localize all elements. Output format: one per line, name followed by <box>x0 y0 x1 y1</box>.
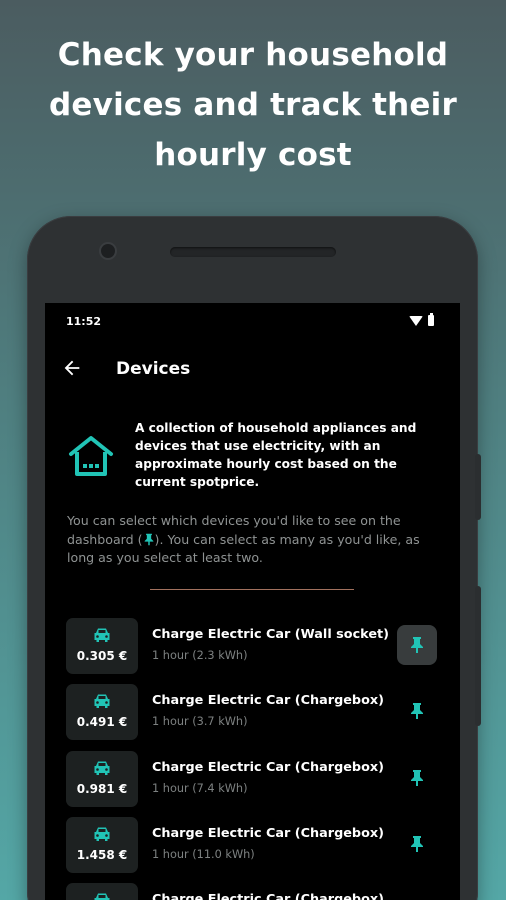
house-icon <box>69 436 113 476</box>
car-icon <box>94 893 110 900</box>
device-name: Charge Electric Car (Chargebox) <box>152 693 384 708</box>
device-name: Charge Electric Car (Chargebox) <box>152 826 384 841</box>
phone-screen: 11:52 Devices A collection of household … <box>45 303 460 900</box>
pin-icon <box>144 533 153 545</box>
divider <box>150 589 354 590</box>
device-row[interactable]: 1.458 € Charge Electric Car (Chargebox) … <box>45 817 460 873</box>
status-time: 11:52 <box>66 315 102 328</box>
device-row[interactable]: 0.981 € Charge Electric Car (Chargebox) … <box>45 751 460 807</box>
status-bar: 11:52 <box>45 303 460 341</box>
cost-tile: 1.458 € <box>66 817 138 873</box>
device-detail: 1 hour (3.7 kWh) <box>152 715 248 728</box>
headline: Check your household devices and track t… <box>0 30 506 180</box>
car-icon <box>94 827 110 841</box>
cost-value: 0.491 € <box>76 715 128 729</box>
cost-value: 0.305 € <box>76 649 128 663</box>
car-icon <box>94 628 110 642</box>
cost-value: 0.981 € <box>76 782 128 796</box>
volume-button <box>475 454 481 520</box>
device-name: Charge Electric Car (Chargebox) <box>152 760 384 775</box>
arrow-left-icon[interactable] <box>61 357 83 379</box>
power-button <box>475 586 481 726</box>
headline-line-3: hourly cost <box>154 137 352 173</box>
pin-button[interactable] <box>397 625 437 665</box>
info-block: A collection of household appliances and… <box>65 419 445 499</box>
device-detail: 1 hour (2.3 kWh) <box>152 649 248 662</box>
cost-tile: 0.981 € <box>66 751 138 807</box>
pin-button[interactable] <box>397 758 437 798</box>
battery-icon <box>428 313 434 326</box>
wifi-icon <box>409 315 423 326</box>
device-name: Charge Electric Car (Chargebox) <box>152 892 384 900</box>
car-icon <box>94 761 110 775</box>
status-icons <box>409 313 434 326</box>
earpiece-speaker <box>170 247 336 257</box>
pin-button[interactable] <box>397 691 437 731</box>
device-row[interactable]: Charge Electric Car (Chargebox) <box>45 883 460 900</box>
hint-text: You can select which devices you'd like … <box>67 512 437 568</box>
cost-tile: 0.305 € <box>66 618 138 674</box>
pin-icon <box>411 637 423 653</box>
pin-button[interactable] <box>397 824 437 864</box>
car-icon <box>94 694 110 708</box>
page-title: Devices <box>116 359 191 379</box>
device-row[interactable]: 0.305 € Charge Electric Car (Wall socket… <box>45 618 460 674</box>
front-camera <box>101 244 115 258</box>
device-row[interactable]: 0.491 € Charge Electric Car (Chargebox) … <box>45 684 460 740</box>
app-bar: Devices <box>45 353 460 389</box>
device-detail: 1 hour (7.4 kWh) <box>152 782 248 795</box>
pin-icon <box>411 836 423 852</box>
cost-value: 1.458 € <box>76 848 128 862</box>
pin-icon <box>411 770 423 786</box>
device-detail: 1 hour (11.0 kWh) <box>152 848 255 861</box>
headline-line-2: devices and track their <box>49 87 457 123</box>
cost-tile <box>66 883 138 900</box>
info-text: A collection of household appliances and… <box>135 421 417 489</box>
pin-icon <box>411 703 423 719</box>
device-name: Charge Electric Car (Wall socket) <box>152 627 389 642</box>
cost-tile: 0.491 € <box>66 684 138 740</box>
headline-line-1: Check your household <box>57 37 449 73</box>
